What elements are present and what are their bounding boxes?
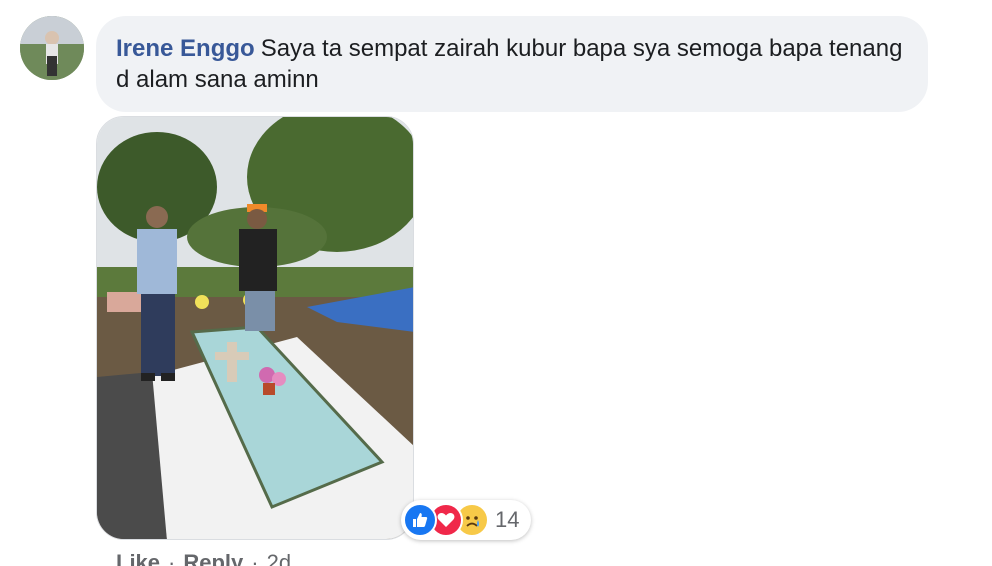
like-icon <box>403 503 437 537</box>
separator-dot: · <box>251 550 259 566</box>
reaction-count: 14 <box>495 507 520 532</box>
comment-actions: Like · Reply · 2d <box>116 550 291 566</box>
reply-link[interactable]: Reply <box>183 550 243 566</box>
comment-author[interactable]: Irene Enggo <box>116 35 255 62</box>
avatar[interactable] <box>20 16 84 80</box>
comment-timestamp[interactable]: 2d <box>267 550 291 566</box>
comment-photo[interactable] <box>96 116 414 540</box>
reactions-summary[interactable]: 14 <box>401 500 531 540</box>
like-link[interactable]: Like <box>116 550 160 566</box>
comment-bubble: Irene Enggo Saya ta sempat zairah kubur b… <box>96 16 928 112</box>
separator-dot: · <box>168 550 176 566</box>
